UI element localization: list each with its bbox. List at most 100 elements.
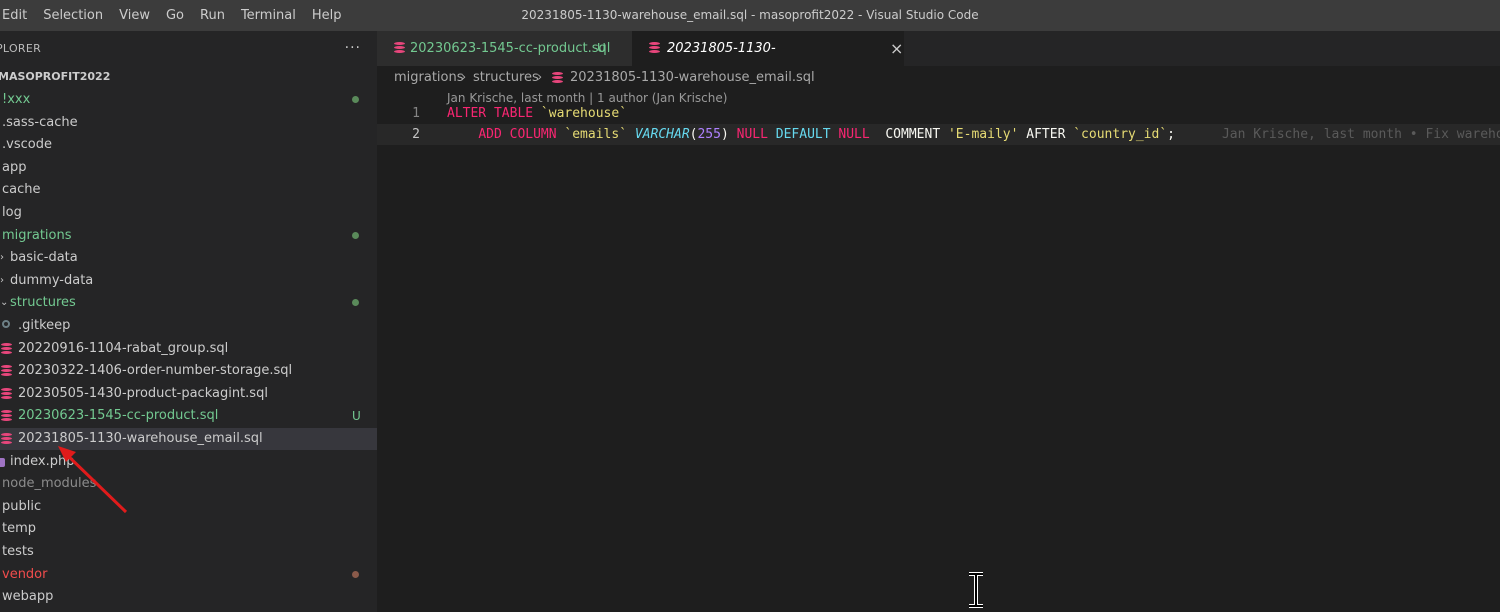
chevron-right-icon: › — [461, 70, 467, 85]
chevron-right-icon[interactable]: › — [0, 270, 4, 292]
database-icon — [1, 342, 12, 355]
tree-item[interactable]: 20220916-1104-rabat_group.sql — [0, 338, 377, 360]
git-status-dot — [352, 96, 359, 103]
code-token: 255 — [697, 127, 721, 142]
tab-cc-product[interactable]: 20230623-1545-cc-product.sql U — [377, 31, 632, 66]
annotation-arrow-icon — [58, 446, 128, 514]
explorer-sidebar: PLORER ··· MASOPROFIT2022 !xxx .sass-cach… — [0, 31, 377, 612]
tree-item-label: 20230322-1406-order-number-storage.sql — [18, 363, 293, 379]
tree-item-label: tests — [2, 544, 34, 559]
close-icon[interactable]: × — [890, 31, 903, 66]
chevron-right-icon: › — [537, 70, 543, 85]
code-line[interactable]: 1 ALTER TABLE `warehouse` — [377, 104, 1500, 124]
code-token: ALTER TABLE — [447, 106, 541, 121]
code-token: `country_id` — [1073, 127, 1168, 142]
tree-item-label: vendor — [2, 566, 48, 582]
database-icon — [1, 433, 12, 445]
tree-item[interactable]: cache — [0, 179, 377, 201]
tree-item-label: public — [2, 498, 42, 514]
breadcrumb-file[interactable]: 20231805-1130-warehouse_email.sql — [570, 66, 815, 90]
tree-item[interactable]: vendor — [0, 564, 377, 586]
tab-label: 20230623-1545-cc-product.sql — [410, 41, 611, 56]
database-icon — [1, 410, 12, 422]
untracked-badge: U — [352, 409, 361, 424]
explorer-title: PLORER — [0, 42, 42, 55]
database-icon — [552, 72, 563, 84]
tree-item[interactable]: 20230322-1406-order-number-storage.sql — [0, 360, 377, 382]
menu-selection[interactable]: Selection — [35, 0, 111, 31]
gitkeep-icon — [2, 320, 10, 328]
code-token: VARCHAR — [634, 127, 690, 142]
line-number: 1 — [412, 106, 420, 121]
tree-item[interactable]: .gitkeep — [0, 315, 377, 337]
tree-item[interactable]: › basic-data — [0, 247, 377, 269]
tree-item-label: 20220916-1104-rabat_group.sql — [18, 340, 229, 356]
tree-item-label: 20230623-1545-cc-product.sql — [18, 408, 219, 424]
tree-item-label: migrations — [2, 227, 72, 243]
tree-item[interactable]: log — [0, 202, 377, 224]
tree-item-label: 20230505-1430-product-packagint.sql — [18, 385, 268, 401]
tab-warehouse-email[interactable]: 20231805-1130-warehouse_email.sql × — [632, 31, 904, 91]
tree-item[interactable]: › dummy-data — [0, 270, 377, 292]
code-token: DEFAULT — [775, 127, 839, 142]
tree-item-label: structures — [10, 295, 76, 311]
menu-terminal[interactable]: Terminal — [233, 0, 304, 31]
code-token: `warehouse` — [540, 106, 628, 121]
tree-item-label: app — [2, 159, 27, 175]
tree-item[interactable]: migrations — [0, 225, 377, 247]
workspace-name: MASOPROFIT2022 — [0, 70, 111, 83]
git-status-dot — [352, 231, 359, 239]
code-token: NULL — [838, 127, 886, 142]
code-token: AFTER — [1026, 127, 1074, 142]
code-token: `emails` — [564, 127, 635, 142]
text-cursor-icon — [969, 572, 983, 608]
more-actions-icon[interactable]: ··· — [345, 31, 361, 66]
tree-item-label: cache — [2, 182, 41, 198]
inline-blame: Jan Krische, last month • Fix warehouse — [1174, 127, 1500, 142]
code-token: COMMENT — [885, 127, 948, 142]
code-text: ADD COLUMN `emails` VARCHAR(255) NULL DE… — [447, 125, 1500, 145]
code-line[interactable]: 2 ADD COLUMN `emails` VARCHAR(255) NULL … — [377, 124, 1500, 145]
menu-help[interactable]: Help — [304, 0, 350, 31]
menu-go[interactable]: Go — [158, 0, 192, 31]
breadcrumb: migrations › structures › 20231805-1130-… — [377, 66, 1500, 90]
tree-item[interactable]: !xxx — [0, 89, 377, 111]
menu-run[interactable]: Run — [192, 0, 233, 31]
chevron-right-icon[interactable]: › — [0, 247, 4, 269]
tree-item[interactable]: ⌄ structures — [0, 292, 377, 314]
tree-item[interactable]: tests — [0, 541, 377, 563]
database-icon — [649, 42, 660, 54]
tree-item[interactable]: 20230623-1545-cc-product.sql U — [0, 405, 377, 427]
git-status-dot — [352, 299, 359, 307]
tree-item-label: .sass-cache — [2, 114, 78, 130]
database-icon — [1, 387, 12, 400]
tree-item[interactable]: 20230505-1430-product-packagint.sql — [0, 383, 377, 405]
breadcrumb-structures[interactable]: structures — [473, 66, 539, 90]
git-status-dot — [352, 570, 359, 578]
tree-item-label: basic-data — [10, 250, 78, 266]
code-editor[interactable]: Jan Krische, last month | 1 author (Jan … — [377, 90, 1500, 612]
tree-item[interactable]: .vscode — [0, 134, 377, 156]
untracked-badge: U — [597, 41, 606, 55]
line-number: 2 — [412, 127, 420, 142]
database-icon — [394, 42, 405, 54]
menu-view[interactable]: View — [111, 0, 158, 31]
code-token: ) — [720, 127, 737, 142]
workspace-folder-header[interactable]: MASOPROFIT2022 — [0, 66, 377, 88]
code-token: NULL — [736, 127, 776, 142]
menu-edit[interactable]: Edit — [0, 0, 35, 31]
breadcrumb-migrations[interactable]: migrations — [394, 66, 464, 90]
database-icon — [1, 365, 12, 377]
editor-tab-bar: 20230623-1545-cc-product.sql U 20231805-… — [377, 31, 1500, 91]
tree-item[interactable]: webapp — [0, 586, 377, 608]
tree-item-label: dummy-data — [10, 272, 94, 288]
tree-item-label: !xxx — [2, 92, 31, 107]
code-token: ; — [1167, 127, 1175, 142]
tree-item-label: .vscode — [2, 137, 52, 153]
code-token: ADD COLUMN — [478, 127, 565, 142]
tree-item[interactable]: .sass-cache — [0, 112, 377, 134]
code-token: 'E-maily' — [947, 127, 1027, 142]
tree-item[interactable]: app — [0, 157, 377, 179]
chevron-down-icon[interactable]: ⌄ — [0, 292, 8, 314]
